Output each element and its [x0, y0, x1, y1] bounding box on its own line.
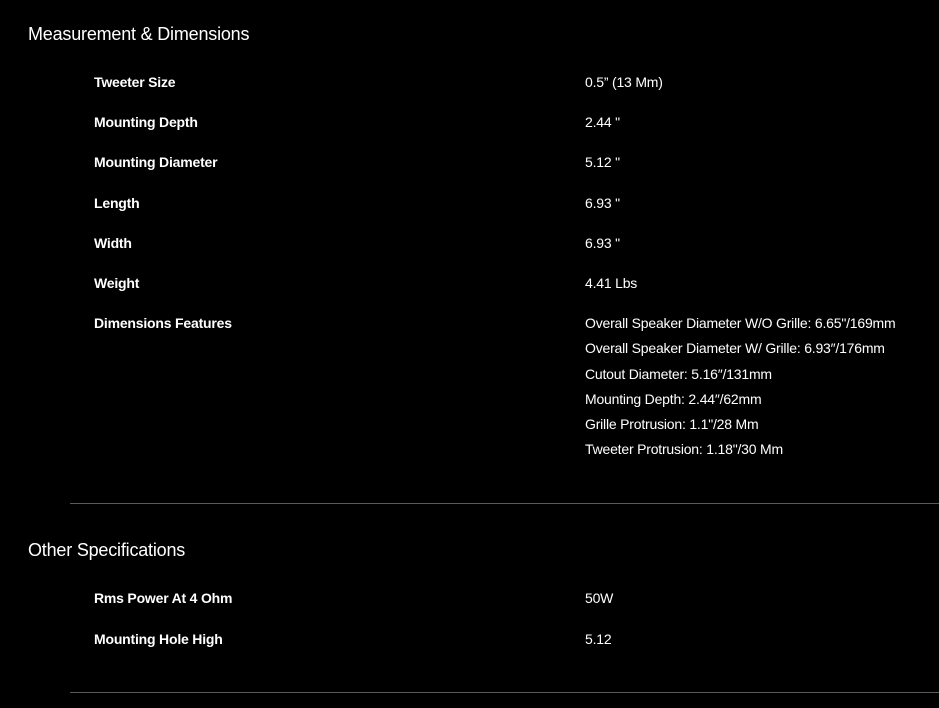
measurement-dimensions-section: Measurement & Dimensions Tweeter Size 0.…	[0, 0, 939, 504]
spec-label: Mounting Depth	[94, 114, 198, 130]
other-specifications-section: Other Specifications Rms Power At 4 Ohm …	[0, 504, 939, 694]
spec-label: Rms Power At 4 Ohm	[94, 590, 233, 606]
spec-value: 6.93 "	[585, 195, 620, 211]
spec-value-line: Overall Speaker Diameter W/ Grille: 6.93…	[585, 340, 885, 356]
spec-value-line: Cutout Diameter: 5.16″/131mm	[585, 366, 772, 382]
spec-value: 2.44 "	[585, 114, 620, 130]
section-title-measurement-dimensions: Measurement & Dimensions	[28, 24, 250, 44]
section-title-other-specifications: Other Specifications	[28, 540, 186, 560]
spec-label: Weight	[94, 275, 140, 291]
spec-value-line: Tweeter Protrusion: 1.18"/30 Mm	[585, 441, 783, 457]
spec-value: 6.93 "	[585, 235, 620, 251]
spec-label: Mounting Diameter	[94, 154, 218, 170]
section-divider	[70, 692, 939, 693]
spec-label: Width	[94, 235, 132, 251]
spec-value: 0.5” (13 Mm)	[585, 74, 663, 90]
spec-label: Mounting Hole High	[94, 631, 223, 647]
spec-value-line: Overall Speaker Diameter W/O Grille: 6.6…	[585, 315, 896, 331]
spec-value: 4.41 Lbs	[585, 275, 638, 291]
spec-label: Tweeter Size	[94, 74, 176, 90]
spec-value: 50W	[585, 590, 614, 606]
spec-value: 5.12 "	[585, 154, 620, 170]
spec-label: Dimensions Features	[94, 315, 232, 331]
spec-value-line: Grille Protrusion: 1.1"/28 Mm	[585, 416, 759, 432]
spec-label: Length	[94, 195, 140, 211]
spec-value: 5.12	[585, 631, 612, 647]
spec-value-line: Mounting Depth: 2.44″/62mm	[585, 391, 762, 407]
